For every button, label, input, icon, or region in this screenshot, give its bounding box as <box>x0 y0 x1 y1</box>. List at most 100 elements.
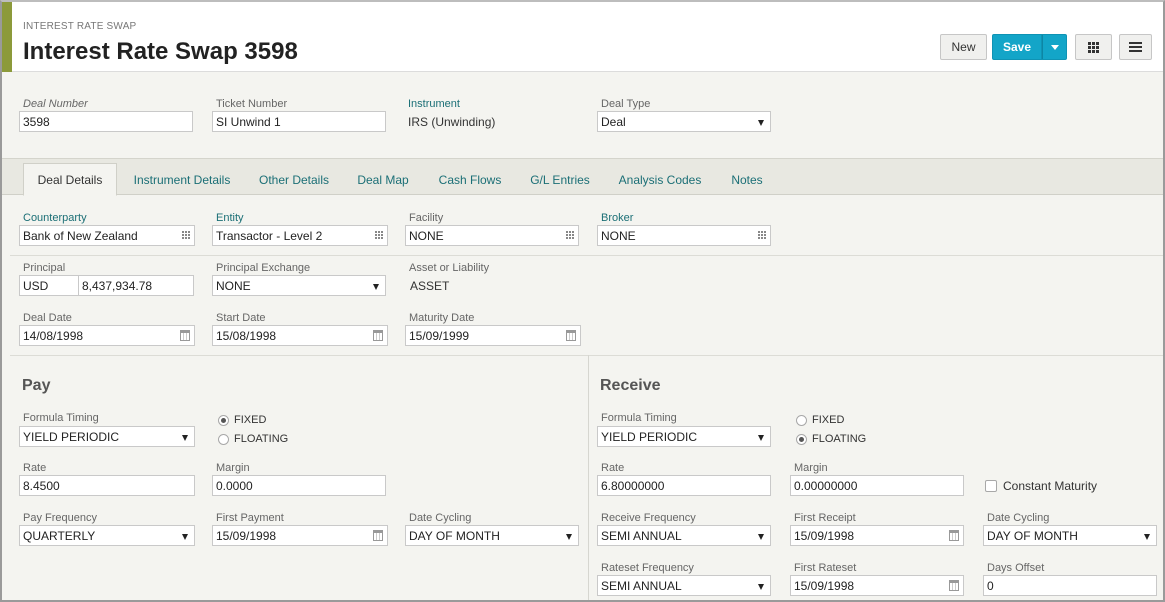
page-header: INTEREST RATE SWAP Interest Rate Swap 35… <box>2 2 1163 72</box>
days-offset-field[interactable]: 0 <box>983 575 1157 596</box>
pay-rate-field[interactable]: 8.4500 <box>19 475 195 496</box>
chevron-down-icon <box>1050 44 1059 50</box>
asset-liability-value: ASSET <box>410 279 450 293</box>
receive-margin-label: Margin <box>794 462 828 474</box>
broker-label[interactable]: Broker <box>601 212 633 224</box>
receive-formula-timing-select[interactable]: YIELD PERIODIC <box>597 426 771 447</box>
counterparty-value: Bank of New Zealand <box>23 229 138 243</box>
receive-frequency-select[interactable]: SEMI ANNUAL <box>597 525 771 546</box>
counterparty-label[interactable]: Counterparty <box>23 212 87 224</box>
rateset-frequency-select[interactable]: SEMI ANNUAL <box>597 575 771 596</box>
calendar-icon[interactable] <box>949 530 959 541</box>
pay-section-title: Pay <box>22 377 51 394</box>
new-button[interactable]: New <box>940 34 987 60</box>
entity-field[interactable]: Transactor - Level 2 <box>212 225 388 246</box>
principal-currency-field[interactable]: USD <box>19 275 79 296</box>
receive-date-cycling-label: Date Cycling <box>987 512 1050 524</box>
calendar-icon[interactable] <box>566 330 576 341</box>
tab-other-details[interactable]: Other Details <box>250 163 338 196</box>
broker-field[interactable]: NONE <box>597 225 771 246</box>
hamburger-icon <box>1129 42 1142 52</box>
tab-deal-map[interactable]: Deal Map <box>349 163 417 196</box>
first-rateset-field[interactable]: 15/09/1998 <box>790 575 964 596</box>
calendar-icon[interactable] <box>373 330 383 341</box>
pay-formula-timing-value: YIELD PERIODIC <box>23 430 120 444</box>
deal-number-field[interactable]: 3598 <box>19 111 193 132</box>
chevron-down-icon <box>566 534 572 540</box>
receive-rate-field[interactable]: 6.80000000 <box>597 475 771 496</box>
calendar-icon[interactable] <box>949 580 959 591</box>
section-divider <box>588 355 589 600</box>
pay-date-cycling-label: Date Cycling <box>409 512 472 524</box>
tab-gl-entries[interactable]: G/L Entries <box>523 163 597 196</box>
asset-liability-label: Asset or Liability <box>409 262 490 274</box>
tab-cash-flows[interactable]: Cash Flows <box>430 163 510 196</box>
principal-amount-field[interactable]: 8,437,934.78 <box>78 275 194 296</box>
receive-formula-timing-value: YIELD PERIODIC <box>601 430 698 444</box>
entity-label[interactable]: Entity <box>216 212 244 224</box>
days-offset-label: Days Offset <box>987 562 1045 574</box>
deal-type-value: Deal <box>601 115 626 129</box>
start-date-value: 15/08/1998 <box>216 329 277 343</box>
receive-floating-radio[interactable]: FLOATING <box>796 433 866 445</box>
save-button[interactable]: Save <box>992 34 1042 60</box>
chevron-down-icon <box>758 584 764 590</box>
constant-maturity-checkbox[interactable]: Constant Maturity <box>985 479 1097 493</box>
receive-fixed-label: FIXED <box>812 414 845 426</box>
pay-fixed-label: FIXED <box>234 414 267 426</box>
radio-empty-icon <box>218 433 229 445</box>
app-window: INTEREST RATE SWAP Interest Rate Swap 35… <box>0 0 1165 602</box>
ticket-number-field[interactable]: SI Unwind 1 <box>212 111 386 132</box>
receive-date-cycling-select[interactable]: DAY OF MONTH <box>983 525 1157 546</box>
ticket-number-label: Ticket Number <box>216 98 288 110</box>
chevron-down-icon <box>1144 534 1150 540</box>
instrument-value: IRS (Unwinding) <box>408 115 496 129</box>
tab-notes[interactable]: Notes <box>722 163 772 196</box>
save-options-button[interactable] <box>1042 34 1067 60</box>
grid-view-button[interactable] <box>1075 34 1112 60</box>
pay-rate-label: Rate <box>23 462 47 474</box>
pay-frequency-select[interactable]: QUARTERLY <box>19 525 195 546</box>
maturity-date-field[interactable]: 15/09/1999 <box>405 325 581 346</box>
deal-date-field[interactable]: 14/08/1998 <box>19 325 195 346</box>
pay-margin-field[interactable]: 0.0000 <box>212 475 386 496</box>
pay-margin-label: Margin <box>216 462 250 474</box>
divider <box>10 255 1163 256</box>
receive-margin-field[interactable]: 0.00000000 <box>790 475 964 496</box>
checkbox-icon <box>985 480 997 492</box>
calendar-icon[interactable] <box>373 530 383 541</box>
menu-button[interactable] <box>1119 34 1152 60</box>
deal-type-select[interactable]: Deal <box>597 111 771 132</box>
pay-frequency-label: Pay Frequency <box>23 512 97 524</box>
tab-analysis-codes[interactable]: Analysis Codes <box>610 163 710 196</box>
chevron-down-icon <box>758 435 764 441</box>
rateset-frequency-label: Rateset Frequency <box>601 562 694 574</box>
facility-field[interactable]: NONE <box>405 225 579 246</box>
lookup-icon[interactable] <box>182 231 190 239</box>
lookup-icon[interactable] <box>375 231 383 239</box>
entity-value: Transactor - Level 2 <box>216 229 323 243</box>
lookup-icon[interactable] <box>566 231 574 239</box>
pay-date-cycling-select[interactable]: DAY OF MONTH <box>405 525 579 546</box>
lookup-icon[interactable] <box>758 231 766 239</box>
first-payment-field[interactable]: 15/09/1998 <box>212 525 388 546</box>
tab-deal-details[interactable]: Deal Details <box>23 163 117 196</box>
counterparty-field[interactable]: Bank of New Zealand <box>19 225 195 246</box>
start-date-field[interactable]: 15/08/1998 <box>212 325 388 346</box>
pay-fixed-radio[interactable]: FIXED <box>218 414 266 426</box>
pay-floating-radio[interactable]: FLOATING <box>218 433 288 445</box>
deal-number-label: Deal Number <box>23 98 88 110</box>
radio-selected-icon <box>796 433 807 445</box>
first-rateset-value: 15/09/1998 <box>794 579 855 593</box>
deal-type-label: Deal Type <box>601 98 651 110</box>
instrument-label[interactable]: Instrument <box>408 98 460 110</box>
pay-formula-timing-select[interactable]: YIELD PERIODIC <box>19 426 195 447</box>
first-receipt-label: First Receipt <box>794 512 856 524</box>
receive-fixed-radio[interactable]: FIXED <box>796 414 844 426</box>
tab-instrument-details[interactable]: Instrument Details <box>125 163 239 196</box>
first-receipt-field[interactable]: 15/09/1998 <box>790 525 964 546</box>
pay-floating-label: FLOATING <box>234 433 289 445</box>
calendar-icon[interactable] <box>180 330 190 341</box>
principal-exchange-select[interactable]: NONE <box>212 275 386 296</box>
radio-empty-icon <box>796 414 807 426</box>
